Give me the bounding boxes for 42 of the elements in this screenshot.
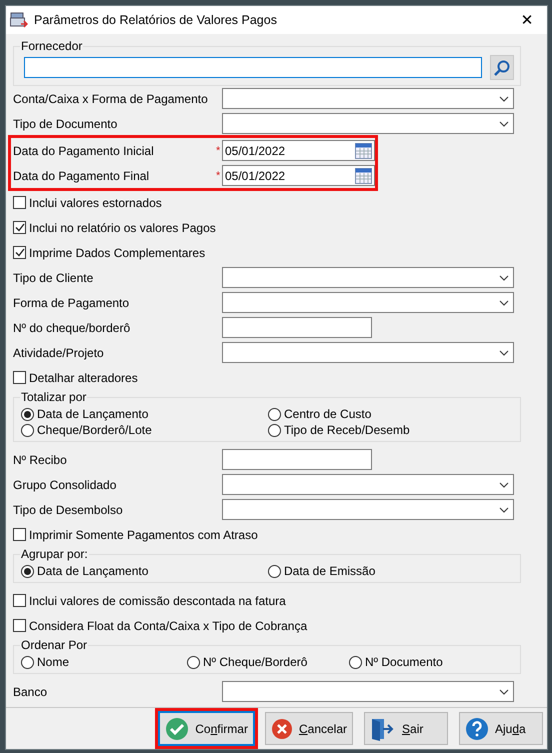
dialog-button[interactable]: Ajuda <box>459 712 543 745</box>
field-label: Banco <box>13 684 48 698</box>
group-label: Fornecedor <box>20 39 84 53</box>
group-label: Agrupar por: <box>20 547 89 561</box>
field-label: Forma de Pagamento <box>13 296 130 310</box>
radio-label: Data de Lançamento <box>37 407 148 421</box>
field-label: Conta/Caixa x Forma de Pagamento <box>13 92 209 106</box>
field-label: Data do Pagamento Final <box>13 168 150 182</box>
field-label: Grupo Consolidado <box>13 478 118 492</box>
checkbox-label: Considera Float da Conta/Caixa x Tipo de Cobrança <box>29 618 308 632</box>
radio-label: Data de Emissão <box>284 564 376 578</box>
date-field[interactable]: 05/01/2022 <box>222 140 375 161</box>
field-label: Tipo de Desembolso <box>13 502 124 516</box>
field-label: Nº do cheque/borderô <box>13 320 132 334</box>
checkbox-label: Imprimir Somente Pagamentos com Atraso <box>29 528 258 542</box>
window-title: Parâmetros do Relatórios de Valores Pagos <box>34 13 278 27</box>
radio-label: Cheque/Borderô/Lote <box>37 423 152 437</box>
field-label: Tipo de Documento <box>13 116 118 130</box>
required-mark: * <box>216 144 222 156</box>
date-field[interactable]: 05/01/2022 <box>222 165 375 186</box>
group-label: Totalizar por <box>20 390 88 404</box>
radio-label: Centro de Custo <box>284 407 372 421</box>
field-label: Atividade/Projeto <box>13 346 105 360</box>
group-label: Ordenar Por <box>20 638 88 652</box>
checkbox-label: Imprime Dados Complementares <box>29 246 206 260</box>
radio-label: Tipo de Receb/Desemb <box>284 423 410 437</box>
dialog-button[interactable]: Confirmar <box>159 712 254 745</box>
field-label: Nº Recibo <box>13 452 68 466</box>
required-mark: * <box>216 170 222 182</box>
dialog-button[interactable]: Cancelar <box>264 712 353 745</box>
radio-label: Data de Lançamento <box>37 564 148 578</box>
radio-label: Nº Cheque/Borderô <box>203 655 308 669</box>
radio-label: Nome <box>37 655 70 669</box>
radio-label: Nº Documento <box>365 655 443 669</box>
checkbox-label: Detalhar alteradores <box>29 370 138 384</box>
checkbox-label: Inclui valores estornados <box>29 196 162 210</box>
close-button[interactable]: ✕ <box>507 6 547 34</box>
checkbox-label: Inclui no relatório os valores Pagos <box>29 220 216 234</box>
field-label: Tipo de Cliente <box>13 270 94 284</box>
field-label: Data do Pagamento Inicial <box>13 144 155 158</box>
dialog-button[interactable]: Sair <box>364 712 448 745</box>
checkbox-label: Inclui valores de comissão descontada na fatura <box>29 594 286 608</box>
